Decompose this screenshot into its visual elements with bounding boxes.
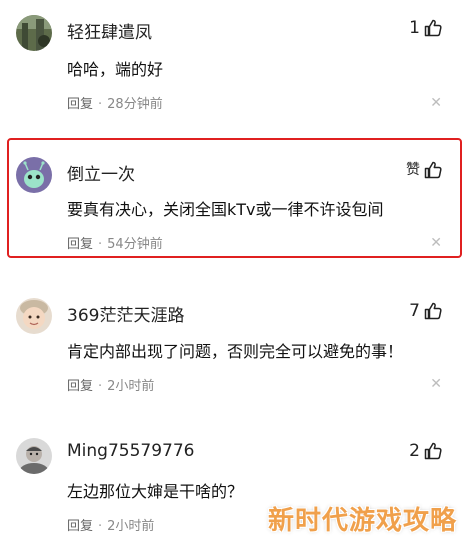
username[interactable]: 轻狂肆遣凤	[67, 18, 152, 43]
scenery-avatar-icon	[16, 15, 52, 51]
comment-text: 要真有决心，关闭全国kTv或一律不许设包间	[67, 200, 384, 219]
meta-separator: ·	[98, 379, 103, 394]
baby-avatar-icon	[16, 298, 52, 334]
like-button[interactable]: 2	[409, 441, 443, 461]
watermark-text: 新时代游戏攻略	[267, 506, 457, 536]
reply-button[interactable]: 回复	[67, 519, 93, 534]
username[interactable]: 倒立一次	[67, 160, 135, 185]
reply-button[interactable]: 回复	[67, 237, 93, 252]
reply-button[interactable]: 回复	[67, 97, 93, 112]
like-label: 赞	[406, 162, 420, 178]
man-avatar-icon	[16, 438, 52, 474]
reply-button[interactable]: 回复	[67, 379, 93, 394]
meta-separator: ·	[98, 519, 103, 534]
comment-item: 369茫茫天涯路 7 肯定内部出现了问题，否则完全可以避免的事！ 回复 · 2小时前…	[0, 276, 469, 406]
close-icon[interactable]: ✕	[430, 377, 442, 391]
comment-meta: 回复 · 2小时前	[67, 515, 154, 534]
timestamp: 54分钟前	[107, 237, 163, 252]
avatar[interactable]	[16, 298, 52, 334]
thumbs-up-icon	[424, 302, 442, 320]
avatar[interactable]	[16, 15, 52, 51]
like-count: 2	[409, 441, 420, 461]
meta-separator: ·	[98, 237, 103, 252]
comment-item: 倒立一次 赞 要真有决心，关闭全国kTv或一律不许设包间 回复 · 54分钟前 ✕	[0, 135, 469, 260]
comment-meta: 回复 · 2小时前	[67, 375, 154, 394]
alien-avatar-icon	[16, 157, 52, 193]
thumbs-up-icon	[424, 161, 442, 179]
close-icon[interactable]: ✕	[430, 96, 442, 110]
like-button[interactable]: 7	[409, 301, 443, 321]
comment-meta: 回复 · 54分钟前	[67, 233, 163, 252]
avatar[interactable]	[16, 157, 52, 193]
comment-text: 哈哈，端的好	[67, 60, 164, 79]
like-count: 7	[409, 301, 420, 321]
timestamp: 2小时前	[107, 519, 155, 534]
like-button[interactable]: 1	[409, 18, 443, 38]
thumbs-up-icon	[424, 19, 442, 37]
timestamp: 2小时前	[107, 379, 155, 394]
comment-meta: 回复 · 28分钟前	[67, 93, 163, 112]
comment-item: 轻狂肆遣凤 1 哈哈，端的好 回复 · 28分钟前 ✕	[0, 0, 469, 125]
comment-text: 左边那位大婶是干啥的？	[67, 482, 244, 501]
like-count: 1	[409, 18, 420, 38]
like-button[interactable]: 赞	[406, 160, 443, 180]
username[interactable]: Ming75579776	[67, 441, 194, 461]
comment-text: 肯定内部出现了问题，否则完全可以避免的事！	[67, 342, 404, 361]
username[interactable]: 369茫茫天涯路	[67, 301, 184, 326]
meta-separator: ·	[98, 97, 103, 112]
timestamp: 28分钟前	[107, 97, 163, 112]
thumbs-up-icon	[424, 442, 442, 460]
avatar[interactable]	[16, 438, 52, 474]
close-icon[interactable]: ✕	[430, 236, 442, 250]
